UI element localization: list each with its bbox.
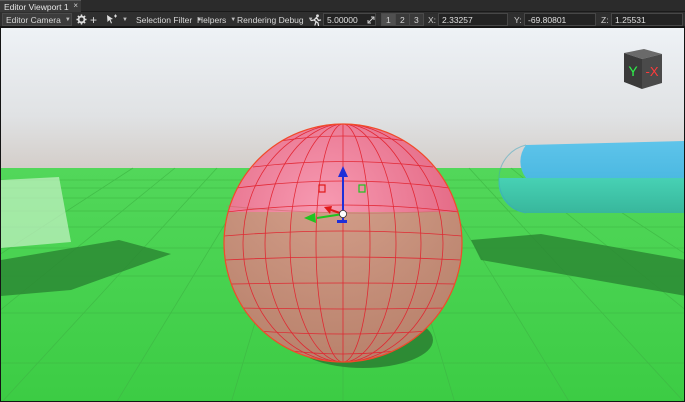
helpers-dropdown[interactable]: Helpers ▼ bbox=[197, 13, 236, 26]
viewport-toolbar: Editor Camera ▼ + ▼ Selection Filter ▼ H… bbox=[0, 12, 685, 27]
selected-sphere[interactable] bbox=[223, 123, 463, 363]
select-mode-chevron-icon[interactable]: ▼ bbox=[122, 13, 128, 26]
x-coordinate-input[interactable]: 2.33257 bbox=[438, 13, 508, 26]
gear-icon[interactable] bbox=[76, 13, 87, 26]
tab-close-icon[interactable]: × bbox=[73, 1, 78, 10]
editor-viewport[interactable]: Y -X bbox=[0, 27, 685, 402]
view-layout-2-label: 2 bbox=[400, 14, 405, 25]
view-layout-1-label: 1 bbox=[386, 14, 391, 25]
helpers-label: Helpers bbox=[197, 14, 227, 25]
y-coordinate-input[interactable]: -69.80801 bbox=[524, 13, 596, 26]
tab-bar: Editor Viewport 1 × bbox=[0, 0, 685, 12]
selection-filter-dropdown[interactable]: Selection Filter ▼ bbox=[136, 13, 202, 26]
view-layout-3-label: 3 bbox=[414, 14, 419, 25]
z-coordinate-label: Z: bbox=[601, 14, 609, 25]
camera-dropdown[interactable]: Editor Camera ▼ bbox=[2, 13, 72, 26]
camera-dropdown-label: Editor Camera bbox=[6, 14, 61, 25]
select-cursor-icon[interactable] bbox=[106, 13, 118, 26]
x-coordinate-label: X: bbox=[428, 14, 437, 25]
tab-title: Editor Viewport 1 bbox=[4, 1, 69, 12]
camera-speed-value: 5.00000 bbox=[327, 14, 358, 25]
viewport-tab[interactable]: Editor Viewport 1 × bbox=[0, 0, 81, 12]
selection-filter-label: Selection Filter bbox=[136, 14, 193, 25]
gizmo-center[interactable] bbox=[338, 209, 347, 218]
cube-face-y: Y bbox=[628, 63, 638, 79]
view-layout-3[interactable]: 3 bbox=[409, 13, 424, 26]
chevron-down-icon: ▼ bbox=[230, 16, 237, 23]
y-coordinate-label: Y: bbox=[514, 14, 522, 25]
y-coordinate-value: -69.80801 bbox=[528, 14, 567, 25]
scene-render[interactable]: Y -X bbox=[1, 28, 685, 402]
chevron-down-icon: ▼ bbox=[64, 16, 71, 23]
cube-face-neg-x: -X bbox=[646, 64, 659, 79]
view-layout-1[interactable]: 1 bbox=[381, 13, 396, 26]
z-coordinate-input[interactable]: 1.25531 bbox=[611, 13, 683, 26]
rendering-debug-label: Rendering Debug bbox=[237, 14, 304, 25]
expand-arrows-icon[interactable] bbox=[365, 14, 377, 25]
x-coordinate-value: 2.33257 bbox=[442, 14, 473, 25]
light-pad bbox=[1, 177, 71, 248]
capsule-object[interactable] bbox=[498, 141, 685, 214]
z-coordinate-value: 1.25531 bbox=[615, 14, 646, 25]
speed-runner-icon bbox=[310, 13, 322, 26]
orientation-cube[interactable]: Y -X bbox=[624, 49, 662, 89]
rendering-debug-dropdown[interactable]: Rendering Debug ▼ bbox=[237, 13, 314, 26]
plus-icon[interactable]: + bbox=[90, 13, 97, 27]
view-layout-2[interactable]: 2 bbox=[395, 13, 410, 26]
